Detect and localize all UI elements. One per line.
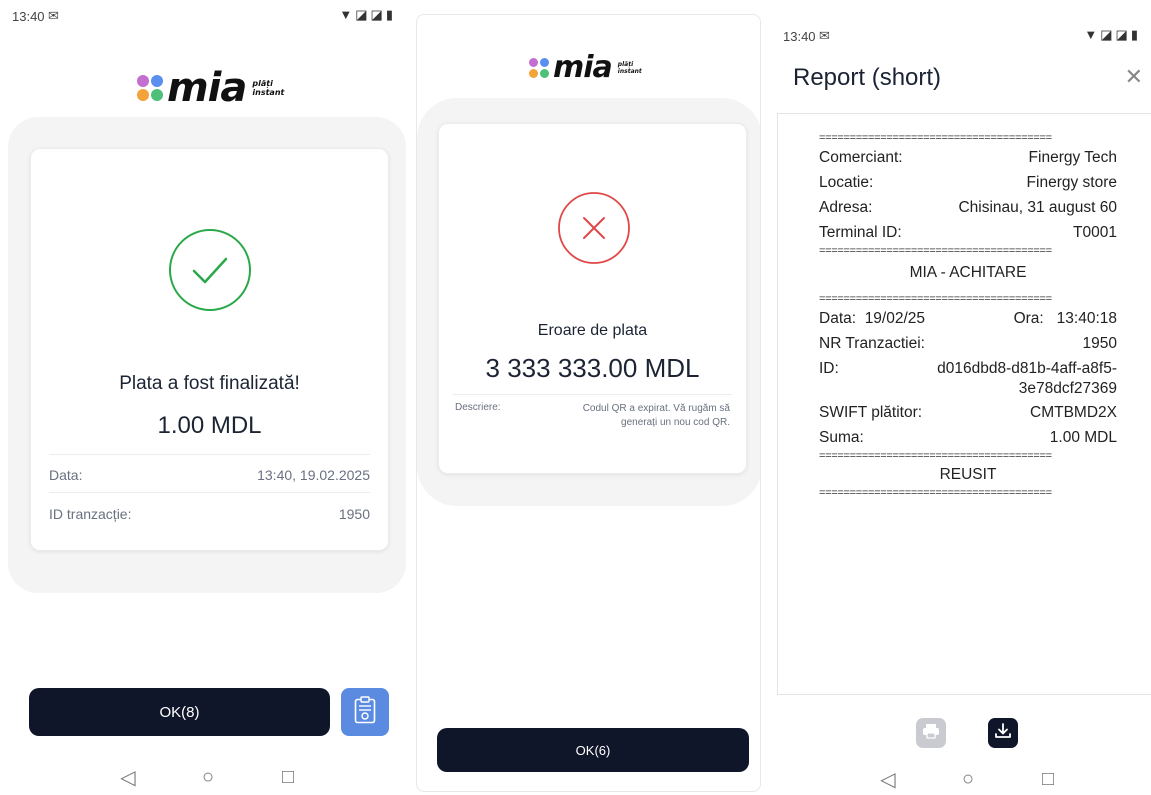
printer-icon	[922, 723, 940, 744]
ok-button[interactable]: OK(8)	[29, 688, 330, 736]
receipt-button[interactable]	[341, 688, 389, 736]
result-card: Plata a fost finalizată! 1.00 MDL Data: 1…	[30, 148, 389, 551]
back-icon[interactable]: ◁	[873, 767, 903, 792]
success-screen: 13:40 ✉ ▼◪◪▮ mia plăți instant Plata a fo…	[0, 0, 406, 795]
close-icon[interactable]: ✕	[1125, 64, 1143, 90]
nav-bar: ◁ ○ □	[113, 765, 303, 790]
error-title: Eroare de plata	[537, 322, 648, 339]
recents-icon[interactable]: □	[1033, 768, 1063, 791]
mia-logo: mia plăți instant	[137, 68, 284, 108]
download-button[interactable]	[988, 718, 1018, 748]
description-label: Descriere:	[455, 402, 501, 413]
clipboard-icon	[354, 695, 376, 729]
status-time: 13:40	[783, 29, 816, 44]
mail-icon: ✉	[48, 8, 59, 23]
mia-logo: mia plăți instant	[529, 53, 642, 83]
check-circle-icon	[168, 228, 252, 312]
result-title: Plata a fost finalizată!	[119, 373, 300, 394]
home-icon[interactable]: ○	[953, 768, 983, 791]
error-screen: mia plăți instant Eroare de plata 3 333 3…	[416, 14, 761, 792]
receipt-text: ====================================== C…	[819, 132, 1117, 499]
ok-button[interactable]: OK(6)	[437, 728, 749, 772]
status-icons: ▼◪◪▮	[1084, 27, 1141, 42]
status-icons: ▼◪◪▮	[339, 7, 396, 22]
home-icon[interactable]: ○	[193, 766, 223, 789]
status-time: 13:40	[12, 9, 45, 24]
detail-row-date: Data: 13:40, 19.02.2025	[49, 467, 370, 483]
result-card: Eroare de plata 3 333 333.00 MDL Descrie…	[438, 123, 747, 474]
status-bar: 13:40 ✉ ▼◪◪▮	[12, 6, 396, 26]
print-button[interactable]	[916, 718, 946, 748]
recents-icon[interactable]: □	[273, 766, 303, 789]
mail-icon: ✉	[819, 28, 830, 43]
nav-bar: ◁ ○ □	[873, 767, 1063, 792]
report-title: Report (short)	[793, 64, 942, 91]
report-screen: 13:40 ✉ ▼◪◪▮ Report (short) ✕ ==========…	[771, 0, 1151, 795]
x-circle-icon	[557, 191, 631, 265]
download-icon	[994, 722, 1012, 745]
result-amount: 1.00 MDL	[157, 412, 262, 439]
error-amount: 3 333 333.00 MDL	[485, 353, 700, 383]
description-value: Codul QR a expirat. Vă rugăm să generați…	[582, 403, 730, 428]
detail-row-id: ID tranzacție: 1950	[49, 506, 370, 522]
back-icon[interactable]: ◁	[113, 765, 143, 790]
status-bar: 13:40 ✉ ▼◪◪▮	[783, 26, 1141, 46]
